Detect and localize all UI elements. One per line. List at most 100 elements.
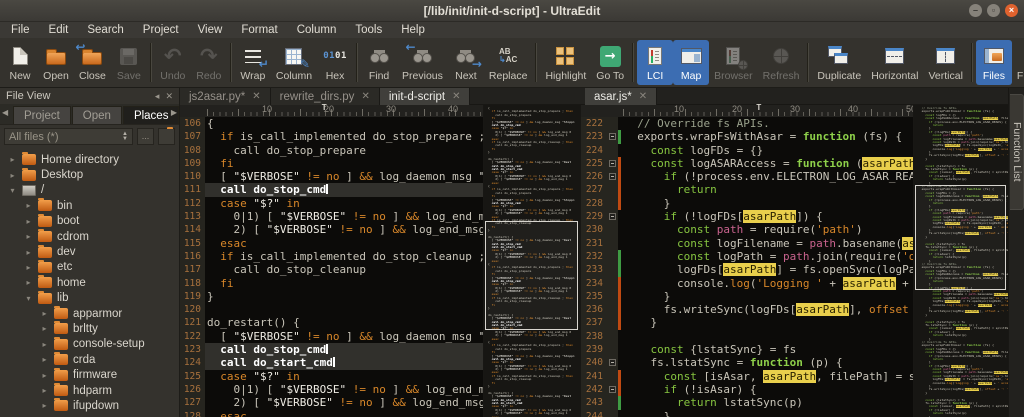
tree-item--[interactable]: ▾/ [0, 183, 179, 198]
menu-tools[interactable]: Tools [355, 24, 382, 36]
editor-tab-js2asar-py-[interactable]: js2asar.py*✕ [180, 88, 271, 105]
next-button[interactable]: →Next [448, 40, 484, 85]
browse-more-button[interactable]: ... [137, 128, 154, 145]
code-line-122[interactable]: 122 [ "$VERBOSE" != no ] && log_daemon_m… [180, 330, 483, 343]
column-button[interactable]: ✎Column [271, 40, 317, 85]
editor-tab-init-d-script[interactable]: init-d-script✕ [380, 88, 471, 105]
menu-view[interactable]: View [198, 24, 223, 36]
code-line-125[interactable]: 125 case "$?" in [180, 370, 483, 383]
tree-item-ifupdown[interactable]: ▸ifupdown [0, 398, 179, 413]
code-line-230[interactable]: 230 const path = require('path') [581, 223, 913, 236]
chevron-right-icon[interactable]: ▸ [24, 217, 33, 226]
code-line-112[interactable]: 112 case "$?" in [180, 197, 483, 210]
code-line-234[interactable]: 234 console.log('Logging ' + asarPath + … [581, 277, 913, 290]
code-line-111[interactable]: 111 call do_stop_cmd [180, 183, 483, 196]
code-line-110[interactable]: 110 [ "$VERBOSE" != no ] && log_daemon_m… [180, 170, 483, 183]
code-line-120[interactable]: 120 [180, 303, 483, 316]
chevron-right-icon[interactable]: ▸ [40, 371, 49, 380]
chevron-right-icon[interactable]: ▸ [8, 171, 17, 180]
code-line-243[interactable]: 243 return lstatSync(p) [581, 396, 913, 409]
tree-item-brltty[interactable]: ▸brltty [0, 321, 179, 336]
chevron-right-icon[interactable]: ▸ [40, 309, 49, 318]
map-button[interactable]: Map [673, 40, 709, 85]
new-button[interactable]: New [2, 40, 38, 85]
vertical-button[interactable]: Vertical [923, 40, 967, 85]
lci-button[interactable]: LCI [637, 40, 673, 85]
fold-marker-icon[interactable] [609, 133, 616, 140]
fold-marker-icon[interactable] [609, 386, 616, 393]
fold-marker-icon[interactable] [609, 160, 616, 167]
fold-marker-icon[interactable] [609, 213, 616, 220]
duplicate-button[interactable]: Duplicate [812, 40, 866, 85]
code-line-226[interactable]: 226 if (!process.env.ELECTRON_LOG_ASAR_R… [581, 170, 913, 183]
chevron-right-icon[interactable]: ▸ [8, 155, 17, 164]
tree-item-crda[interactable]: ▸crda [0, 352, 179, 367]
tab-scroll-left-icon[interactable]: ◀ [2, 108, 8, 117]
code-line-127[interactable]: 127 2) [ "$VERBOSE" != no ] && log_end_m… [180, 396, 483, 409]
close-tab-icon[interactable]: ✕ [639, 91, 647, 102]
function-list-tab[interactable]: Function List [1010, 94, 1024, 210]
tree-item-apparmor[interactable]: ▸apparmor [0, 306, 179, 321]
code-line-224[interactable]: 224 const logFDs = {} [581, 144, 913, 157]
code-line-236[interactable]: 236 fs.writeSync(logFDs[asarPath], offse… [581, 303, 913, 316]
open-button[interactable]: Open [38, 40, 74, 85]
tree-item-desktop[interactable]: ▸Desktop [0, 167, 179, 182]
code-line-128[interactable]: 128 esac [180, 410, 483, 417]
chevron-right-icon[interactable]: ▸ [40, 355, 49, 364]
chevron-right-icon[interactable]: ▸ [40, 340, 49, 349]
chevron-right-icon[interactable]: ▸ [24, 232, 33, 241]
fileview-tab-open[interactable]: Open [72, 106, 122, 124]
code-line-115[interactable]: 115 esac [180, 237, 483, 250]
code-line-124[interactable]: 124 call do_start_cmd [180, 356, 483, 369]
code-line-108[interactable]: 108 call do_stop_prepare [180, 144, 483, 157]
code-line-116[interactable]: 116 if is_call_implemented do_stop_clean… [180, 250, 483, 263]
hex-button[interactable]: 0101Hex [317, 40, 353, 85]
code-line-107[interactable]: 107 if is_call_implemented do_stop_prepa… [180, 130, 483, 143]
close-panel-icon[interactable]: ✕ [165, 91, 173, 102]
wrap-button[interactable]: ↵Wrap [235, 40, 271, 85]
code-line-225[interactable]: 225 const logASARAccess = function (asar… [581, 157, 913, 170]
code-line-106[interactable]: 106{ [180, 117, 483, 130]
find-button[interactable]: Find [361, 40, 397, 85]
menu-column[interactable]: Column [297, 24, 337, 36]
code-line-239[interactable]: 239 const {lstatSync} = fs [581, 343, 913, 356]
code-line-233[interactable]: 233 logFDs[asarPath] = fs.openSync(logPa… [581, 263, 913, 276]
chevron-right-icon[interactable]: ▸ [40, 401, 49, 410]
code-line-119[interactable]: 119} [180, 290, 483, 303]
close-button[interactable]: × [1005, 4, 1018, 17]
right-minimap-viewport[interactable] [915, 185, 1006, 290]
code-line-126[interactable]: 126 0|1) [ "$VERBOSE" != no ] && log_end… [180, 383, 483, 396]
spinner-arrows-icon[interactable]: ▲▼ [122, 132, 128, 142]
tree-item-dev[interactable]: ▸dev [0, 244, 179, 259]
chevron-right-icon[interactable]: ▸ [24, 248, 33, 257]
code-line-109[interactable]: 109 fi [180, 157, 483, 170]
code-line-235[interactable]: 235 } [581, 290, 913, 303]
code-line-118[interactable]: 118 fi [180, 277, 483, 290]
editor-tab-asar-js-[interactable]: asar.js*✕ [585, 88, 657, 105]
code-line-123[interactable]: 123 call do_stop_cmd [180, 343, 483, 356]
previous-button[interactable]: ←Previous [397, 40, 448, 85]
close-button[interactable]: ↩Close [74, 40, 111, 85]
right-code-editor[interactable]: 222 // Override fs APIs.223 exports.wrap… [580, 117, 913, 417]
files-button[interactable]: Files [976, 40, 1012, 85]
code-line-232[interactable]: 232 const logPath = path.join(require('o… [581, 250, 913, 263]
chevron-right-icon[interactable]: ▸ [24, 263, 33, 272]
left-code-editor[interactable]: 106{107 if is_call_implemented do_stop_p… [180, 117, 483, 417]
horizontal-button[interactable]: Horizontal [866, 40, 923, 85]
close-tab-icon[interactable]: ✕ [361, 91, 369, 102]
code-line-229[interactable]: 229 if (!logFDs[asarPath]) { [581, 210, 913, 223]
menu-file[interactable]: File [11, 24, 30, 36]
chevron-down-icon[interactable]: ▾ [24, 294, 33, 303]
tree-item-etc[interactable]: ▸etc [0, 260, 179, 275]
menu-project[interactable]: Project [143, 24, 179, 36]
code-line-113[interactable]: 113 0|1) [ "$VERBOSE" != no ] && log_end… [180, 210, 483, 223]
maximize-button[interactable]: ▫ [987, 4, 1000, 17]
code-line-228[interactable]: 228 } [581, 197, 913, 210]
tree-item-lib[interactable]: ▾lib [0, 291, 179, 306]
code-line-244[interactable]: 244 } [581, 410, 913, 417]
code-line-231[interactable]: 231 const logFilename = path.basename(as… [581, 237, 913, 250]
open-folder-button[interactable] [158, 128, 175, 145]
menu-help[interactable]: Help [401, 24, 425, 36]
menu-format[interactable]: Format [241, 24, 277, 36]
file-filter-dropdown[interactable]: All files (*) ▲▼ [4, 128, 133, 145]
